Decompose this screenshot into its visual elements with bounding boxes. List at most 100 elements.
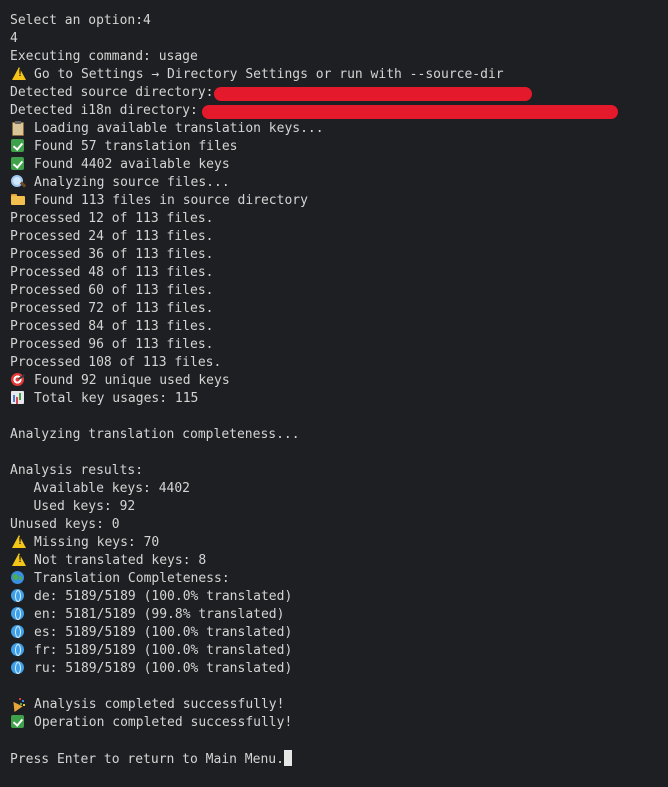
processed-line: Processed 96 of 113 files. bbox=[10, 336, 668, 354]
language-text: en: 5181/5189 (99.8% translated) bbox=[34, 607, 285, 622]
select-option-text: Select an option:4 bbox=[10, 13, 151, 28]
check-mark-icon bbox=[10, 139, 27, 152]
warning-icon bbox=[10, 67, 27, 80]
analyzing-source-line: Analyzing source files... bbox=[10, 174, 668, 192]
processed-line: Processed 48 of 113 files. bbox=[10, 264, 668, 282]
not-translated-line: Not translated keys: 8 bbox=[10, 552, 668, 570]
processed-text: Processed 24 of 113 files. bbox=[10, 229, 214, 244]
found-source-files-line: Found 113 files in source directory bbox=[10, 192, 668, 210]
analysis-done-text: Analysis completed successfully! bbox=[34, 697, 285, 712]
found-keys-text: Found 4402 available keys bbox=[34, 157, 230, 172]
processed-text: Processed 72 of 113 files. bbox=[10, 301, 214, 316]
language-text: es: 5189/5189 (100.0% translated) bbox=[34, 625, 293, 640]
used-keys-text: Used keys: 92 bbox=[10, 499, 136, 514]
available-keys-line: Available keys: 4402 bbox=[10, 480, 668, 498]
processed-text: Processed 48 of 113 files. bbox=[10, 265, 214, 280]
analyzing-source-text: Analyzing source files... bbox=[34, 175, 230, 190]
language-text: de: 5189/5189 (100.0% translated) bbox=[34, 589, 293, 604]
processed-line: Processed 84 of 113 files. bbox=[10, 318, 668, 336]
redacted-source-path bbox=[214, 87, 532, 101]
globe-meridians-icon bbox=[10, 625, 27, 638]
text-cursor[interactable] bbox=[283, 750, 292, 766]
found-source-files-text: Found 113 files in source directory bbox=[34, 193, 308, 208]
check-mark-icon bbox=[10, 715, 27, 728]
unused-keys-line: Unused keys: 0 bbox=[10, 516, 668, 534]
globe-icon bbox=[10, 571, 27, 584]
select-option-prompt: Select an option:4 bbox=[10, 12, 668, 30]
language-line: de: 5189/5189 (100.0% translated) bbox=[10, 588, 668, 606]
processed-line: Processed 24 of 113 files. bbox=[10, 228, 668, 246]
executing-command-text: Executing command: usage bbox=[10, 49, 198, 64]
found-keys-line: Found 4402 available keys bbox=[10, 156, 668, 174]
results-header-line: Analysis results: bbox=[10, 462, 668, 480]
language-text: fr: 5189/5189 (100.0% translated) bbox=[34, 643, 293, 658]
total-usages-line: Total key usages: 115 bbox=[10, 390, 668, 408]
language-line: en: 5181/5189 (99.8% translated) bbox=[10, 606, 668, 624]
target-icon bbox=[10, 373, 27, 386]
executing-command-line: Executing command: usage bbox=[10, 48, 668, 66]
settings-hint-line: Go to Settings → Directory Settings or r… bbox=[10, 66, 668, 84]
processed-line: Processed 12 of 113 files. bbox=[10, 210, 668, 228]
completeness-header-line: Translation Completeness: bbox=[10, 570, 668, 588]
terminal-output[interactable]: Select an option:4 4 Executing command: … bbox=[0, 0, 668, 787]
processed-text: Processed 12 of 113 files. bbox=[10, 211, 214, 226]
missing-keys-line: Missing keys: 70 bbox=[10, 534, 668, 552]
redacted-i18n-path bbox=[202, 105, 618, 119]
loading-keys-line: Loading available translation keys... bbox=[10, 120, 668, 138]
warning-icon bbox=[10, 553, 27, 566]
language-line: es: 5189/5189 (100.0% translated) bbox=[10, 624, 668, 642]
globe-meridians-icon bbox=[10, 661, 27, 674]
processed-text: Processed 36 of 113 files. bbox=[10, 247, 214, 262]
globe-meridians-icon bbox=[10, 643, 27, 656]
input-echo-text: 4 bbox=[10, 31, 18, 46]
globe-meridians-icon bbox=[10, 589, 27, 602]
completeness-header-text: Translation Completeness: bbox=[34, 571, 230, 586]
source-directory-label: Detected source directory: bbox=[10, 85, 214, 100]
found-files-line: Found 57 translation files bbox=[10, 138, 668, 156]
processed-text: Processed 84 of 113 files. bbox=[10, 319, 214, 334]
not-translated-text: Not translated keys: 8 bbox=[34, 553, 207, 568]
found-files-text: Found 57 translation files bbox=[34, 139, 238, 154]
globe-meridians-icon bbox=[10, 607, 27, 620]
i18n-directory-label: Detected i18n directory: bbox=[10, 103, 198, 118]
warning-icon bbox=[10, 535, 27, 548]
party-popper-icon bbox=[10, 697, 27, 710]
press-enter-line[interactable]: Press Enter to return to Main Menu. bbox=[10, 750, 668, 768]
bar-chart-icon bbox=[10, 391, 27, 404]
processed-line: Processed 72 of 113 files. bbox=[10, 300, 668, 318]
analysis-done-line: Analysis completed successfully! bbox=[10, 696, 668, 714]
source-directory-line: Detected source directory: bbox=[10, 84, 668, 102]
press-enter-text: Press Enter to return to Main Menu. bbox=[10, 752, 284, 767]
check-mark-icon bbox=[10, 157, 27, 170]
analyzing-completeness-text: Analyzing translation completeness... bbox=[10, 427, 300, 442]
unique-used-keys-text: Found 92 unique used keys bbox=[34, 373, 230, 388]
missing-keys-text: Missing keys: 70 bbox=[34, 535, 160, 550]
i18n-directory-line: Detected i18n directory: bbox=[10, 102, 668, 120]
processed-text: Processed 108 of 113 files. bbox=[10, 355, 222, 370]
available-keys-text: Available keys: 4402 bbox=[10, 481, 191, 496]
language-text: ru: 5189/5189 (100.0% translated) bbox=[34, 661, 293, 676]
magnifier-icon bbox=[10, 175, 27, 188]
unique-used-keys-line: Found 92 unique used keys bbox=[10, 372, 668, 390]
settings-hint-text: Go to Settings → Directory Settings or r… bbox=[34, 67, 504, 82]
processed-text: Processed 60 of 113 files. bbox=[10, 283, 214, 298]
unused-keys-text: Unused keys: 0 bbox=[10, 517, 120, 532]
clipboard-icon bbox=[10, 121, 27, 136]
language-line: ru: 5189/5189 (100.0% translated) bbox=[10, 660, 668, 678]
input-echo: 4 bbox=[10, 30, 668, 48]
results-header-text: Analysis results: bbox=[10, 463, 144, 478]
processed-line: Processed 60 of 113 files. bbox=[10, 282, 668, 300]
language-line: fr: 5189/5189 (100.0% translated) bbox=[10, 642, 668, 660]
folder-icon bbox=[10, 193, 27, 206]
processed-text: Processed 96 of 113 files. bbox=[10, 337, 214, 352]
processed-line: Processed 36 of 113 files. bbox=[10, 246, 668, 264]
operation-done-text: Operation completed successfully! bbox=[34, 715, 293, 730]
processed-line: Processed 108 of 113 files. bbox=[10, 354, 668, 372]
total-usages-text: Total key usages: 115 bbox=[34, 391, 199, 406]
used-keys-line: Used keys: 92 bbox=[10, 498, 668, 516]
operation-done-line: Operation completed successfully! bbox=[10, 714, 668, 732]
